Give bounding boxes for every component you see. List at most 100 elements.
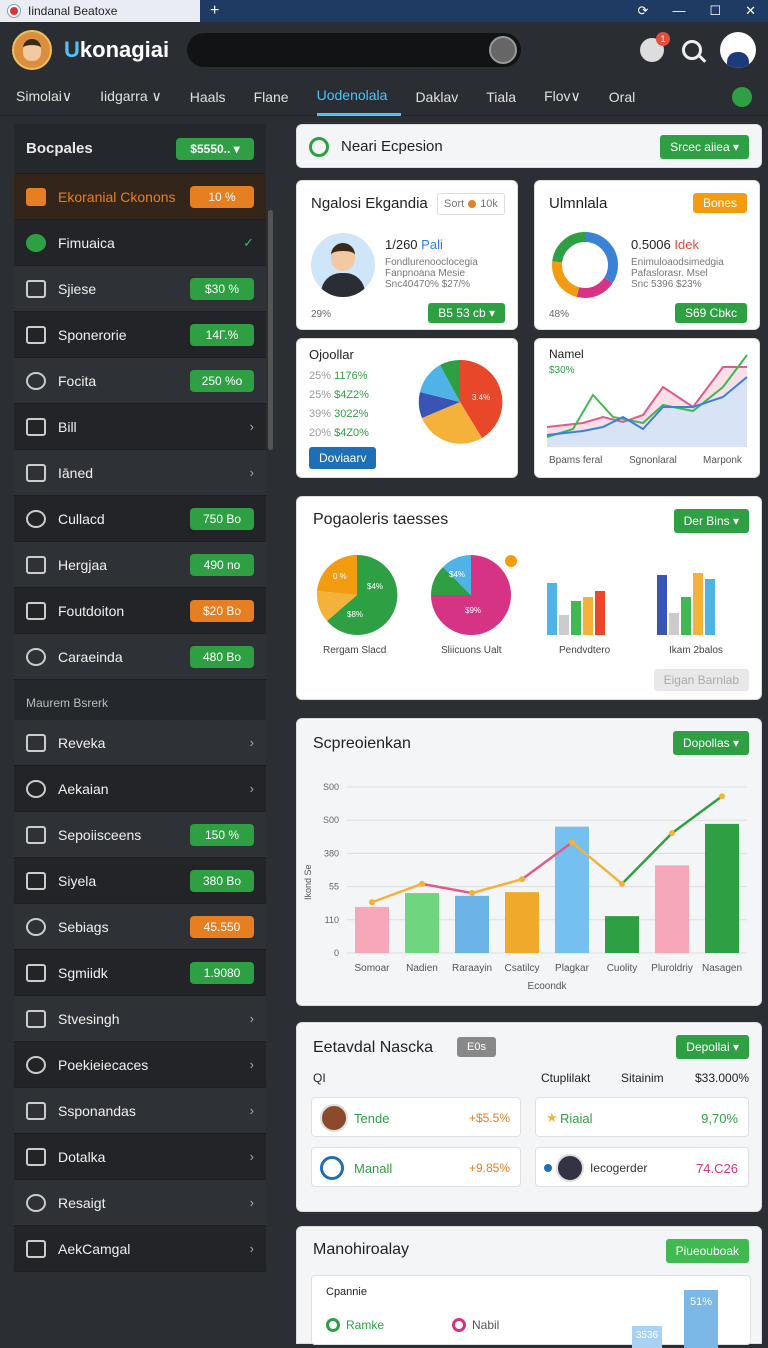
sidebar-scrollbar[interactable]: [268, 210, 273, 450]
sidebar-item[interactable]: Sgmiidk 1.9080: [14, 950, 266, 996]
table-row[interactable]: Tende +$5.5%: [311, 1097, 521, 1137]
status-icon: [309, 137, 329, 157]
chart-line-segment: [421, 882, 473, 895]
user-avatar[interactable]: [720, 32, 756, 68]
sidebar-item[interactable]: Bill ›: [14, 404, 266, 450]
sidebar-item[interactable]: Sponerorie 14Γ.%: [14, 312, 266, 358]
table-button[interactable]: Depollai ▾: [676, 1035, 749, 1059]
sidebar-item[interactable]: Aekaian ›: [14, 766, 266, 812]
svg-text:$8%: $8%: [347, 610, 363, 619]
legend-icon: [452, 1318, 466, 1332]
nav-item[interactable]: Iidgarra ∨: [100, 78, 176, 116]
sidebar-item-icon: [26, 1055, 46, 1074]
sidebar-item[interactable]: Ssponandas ›: [14, 1088, 266, 1134]
refresh-icon[interactable]: ⟳: [638, 3, 649, 19]
nav-item[interactable]: Tiala: [486, 78, 530, 116]
progress-button[interactable]: Der Bins ▾: [673, 509, 749, 533]
sidebar-item-label: Sjiese: [58, 280, 97, 297]
sidebar-item[interactable]: Foutdoiton $20 Bo: [14, 588, 266, 634]
notification-icon[interactable]: 1: [640, 32, 670, 62]
card-title: Manohiroalay: [313, 1241, 410, 1258]
sidebar-item[interactable]: Ekoranial Ckonons 10 %: [14, 174, 266, 220]
nav-item[interactable]: Daklav: [415, 78, 472, 116]
line-chart: [546, 354, 748, 447]
nav-item[interactable]: Flane: [254, 78, 303, 116]
x-tick-label: Nasagen: [702, 963, 742, 974]
bar-caption: Pendvdtero: [559, 645, 611, 656]
mini-bar-chart-2: [657, 573, 715, 635]
y-tick-label: 55: [329, 882, 339, 892]
close-icon[interactable]: ✕: [745, 3, 756, 19]
sidebar-item-icon: [26, 371, 46, 390]
chart-line-point: [669, 830, 675, 837]
sidebar-item-label: Stvesingh: [58, 1010, 120, 1027]
sidebar-item-icon: [26, 917, 46, 936]
sidebar-header-pill[interactable]: $5550.. ▾: [176, 137, 254, 160]
go-icon[interactable]: [732, 87, 752, 107]
search-input[interactable]: [187, 33, 522, 67]
sidebar-item[interactable]: Fimuaica ✓: [14, 220, 266, 266]
browser-tab[interactable]: Iindanal Beatoxe: [0, 0, 200, 22]
sidebar-item-label: Sebiags: [58, 918, 109, 935]
table-row[interactable]: ★ Riaial 9,70%: [535, 1097, 749, 1137]
bottom-button[interactable]: Piueouboak: [665, 1239, 749, 1263]
search-icon[interactable]: [682, 40, 702, 60]
chart-line-point: [469, 890, 475, 897]
x-tick-label: Pluroldriy: [651, 963, 693, 974]
sidebar-item[interactable]: Sepoiisceens 150 %: [14, 812, 266, 858]
sidebar-item-label: Ssponandas: [58, 1102, 136, 1119]
new-tab-button[interactable]: +: [210, 2, 230, 20]
sidebar-item[interactable]: Cullacd 750 Bo: [14, 496, 266, 542]
table-row[interactable]: Manall +9.85%: [311, 1147, 521, 1187]
bottom-bar: 51%: [684, 1290, 718, 1348]
sidebar-item[interactable]: Dotalka ›: [14, 1134, 266, 1180]
sidebar-item[interactable]: Hergjaa 490 no: [14, 542, 266, 588]
line-xlabel: Sgnonlaral: [629, 455, 677, 466]
download-button[interactable]: Doviaarv: [309, 447, 377, 469]
sidebar-item-label: Resaigt: [58, 1194, 106, 1211]
sidebar-item-value: $30 %: [190, 277, 254, 300]
bones-button[interactable]: Bones: [692, 193, 747, 213]
table-chip[interactable]: E0s: [457, 1037, 496, 1057]
sidebar-item[interactable]: Poekieiecaces ›: [14, 1042, 266, 1088]
sidebar-item-label: Reveka: [58, 734, 106, 751]
table-row[interactable]: Iecogerder 74.C26: [535, 1147, 749, 1187]
donut-line: Pafaslorasr. Msel: [631, 268, 708, 279]
donut-button[interactable]: S69 Cbkc: [674, 303, 747, 323]
sidebar-item[interactable]: Sebiags 45.550: [14, 904, 266, 950]
nav-item[interactable]: Oral: [609, 78, 649, 116]
app-avatar[interactable]: [12, 30, 52, 70]
sidebar-item[interactable]: Stvesingh ›: [14, 996, 266, 1042]
nav-item[interactable]: Simolai∨: [16, 78, 86, 116]
sidebar: Bocpales $5550.. ▾ Ekoranial Ckonons 10 %…: [14, 124, 266, 1272]
ghost-button[interactable]: Eigan Barnlab: [653, 669, 749, 691]
pie-marker: [505, 555, 517, 567]
sidebar-item-value: 150 %: [190, 823, 254, 846]
nav-item-active[interactable]: Uodenolala: [316, 78, 402, 116]
chevron-right-icon: ›: [249, 1011, 254, 1026]
sidebar-item[interactable]: Iāned ›: [14, 450, 266, 496]
sidebar-item-icon: [26, 1101, 46, 1120]
profile-button[interactable]: B5 53 cb ▾: [428, 303, 505, 323]
maximize-icon[interactable]: ☐: [709, 3, 721, 19]
chart-button[interactable]: Dopollas ▾: [672, 731, 749, 755]
y-tick-label: S00: [323, 815, 339, 825]
sidebar-item[interactable]: Sjiese $30 %: [14, 266, 266, 312]
nav-item[interactable]: Haals: [190, 78, 240, 116]
sidebar-item[interactable]: Resaigt ›: [14, 1180, 266, 1226]
profile-value: 1/260 Pali: [385, 237, 443, 252]
topbar-button[interactable]: Srcec aiiea ▾: [660, 135, 749, 159]
sidebar-item[interactable]: Reveka ›: [14, 720, 266, 766]
sidebar-item[interactable]: Focita 250 %o: [14, 358, 266, 404]
sidebar-item[interactable]: AekCamgal ›: [14, 1226, 266, 1272]
nav-item[interactable]: Flov∨: [544, 78, 595, 116]
bottom-panel: Cpannie Ramke Nabil 51% 3536: [311, 1275, 751, 1348]
sort-control[interactable]: Sort 10k: [437, 193, 505, 215]
chevron-right-icon: ›: [249, 465, 254, 480]
sidebar-item[interactable]: Caraeinda 480 Bo: [14, 634, 266, 680]
panel-sub: Cpannie: [326, 1286, 367, 1298]
card-bottom: Manohiroalay Piueouboak Cpannie Ramke Na…: [296, 1226, 762, 1348]
sidebar-item-label: Ekoranial Ckonons: [58, 188, 176, 205]
sidebar-item[interactable]: Siyela 380 Bo: [14, 858, 266, 904]
minimize-icon[interactable]: —: [672, 3, 685, 19]
